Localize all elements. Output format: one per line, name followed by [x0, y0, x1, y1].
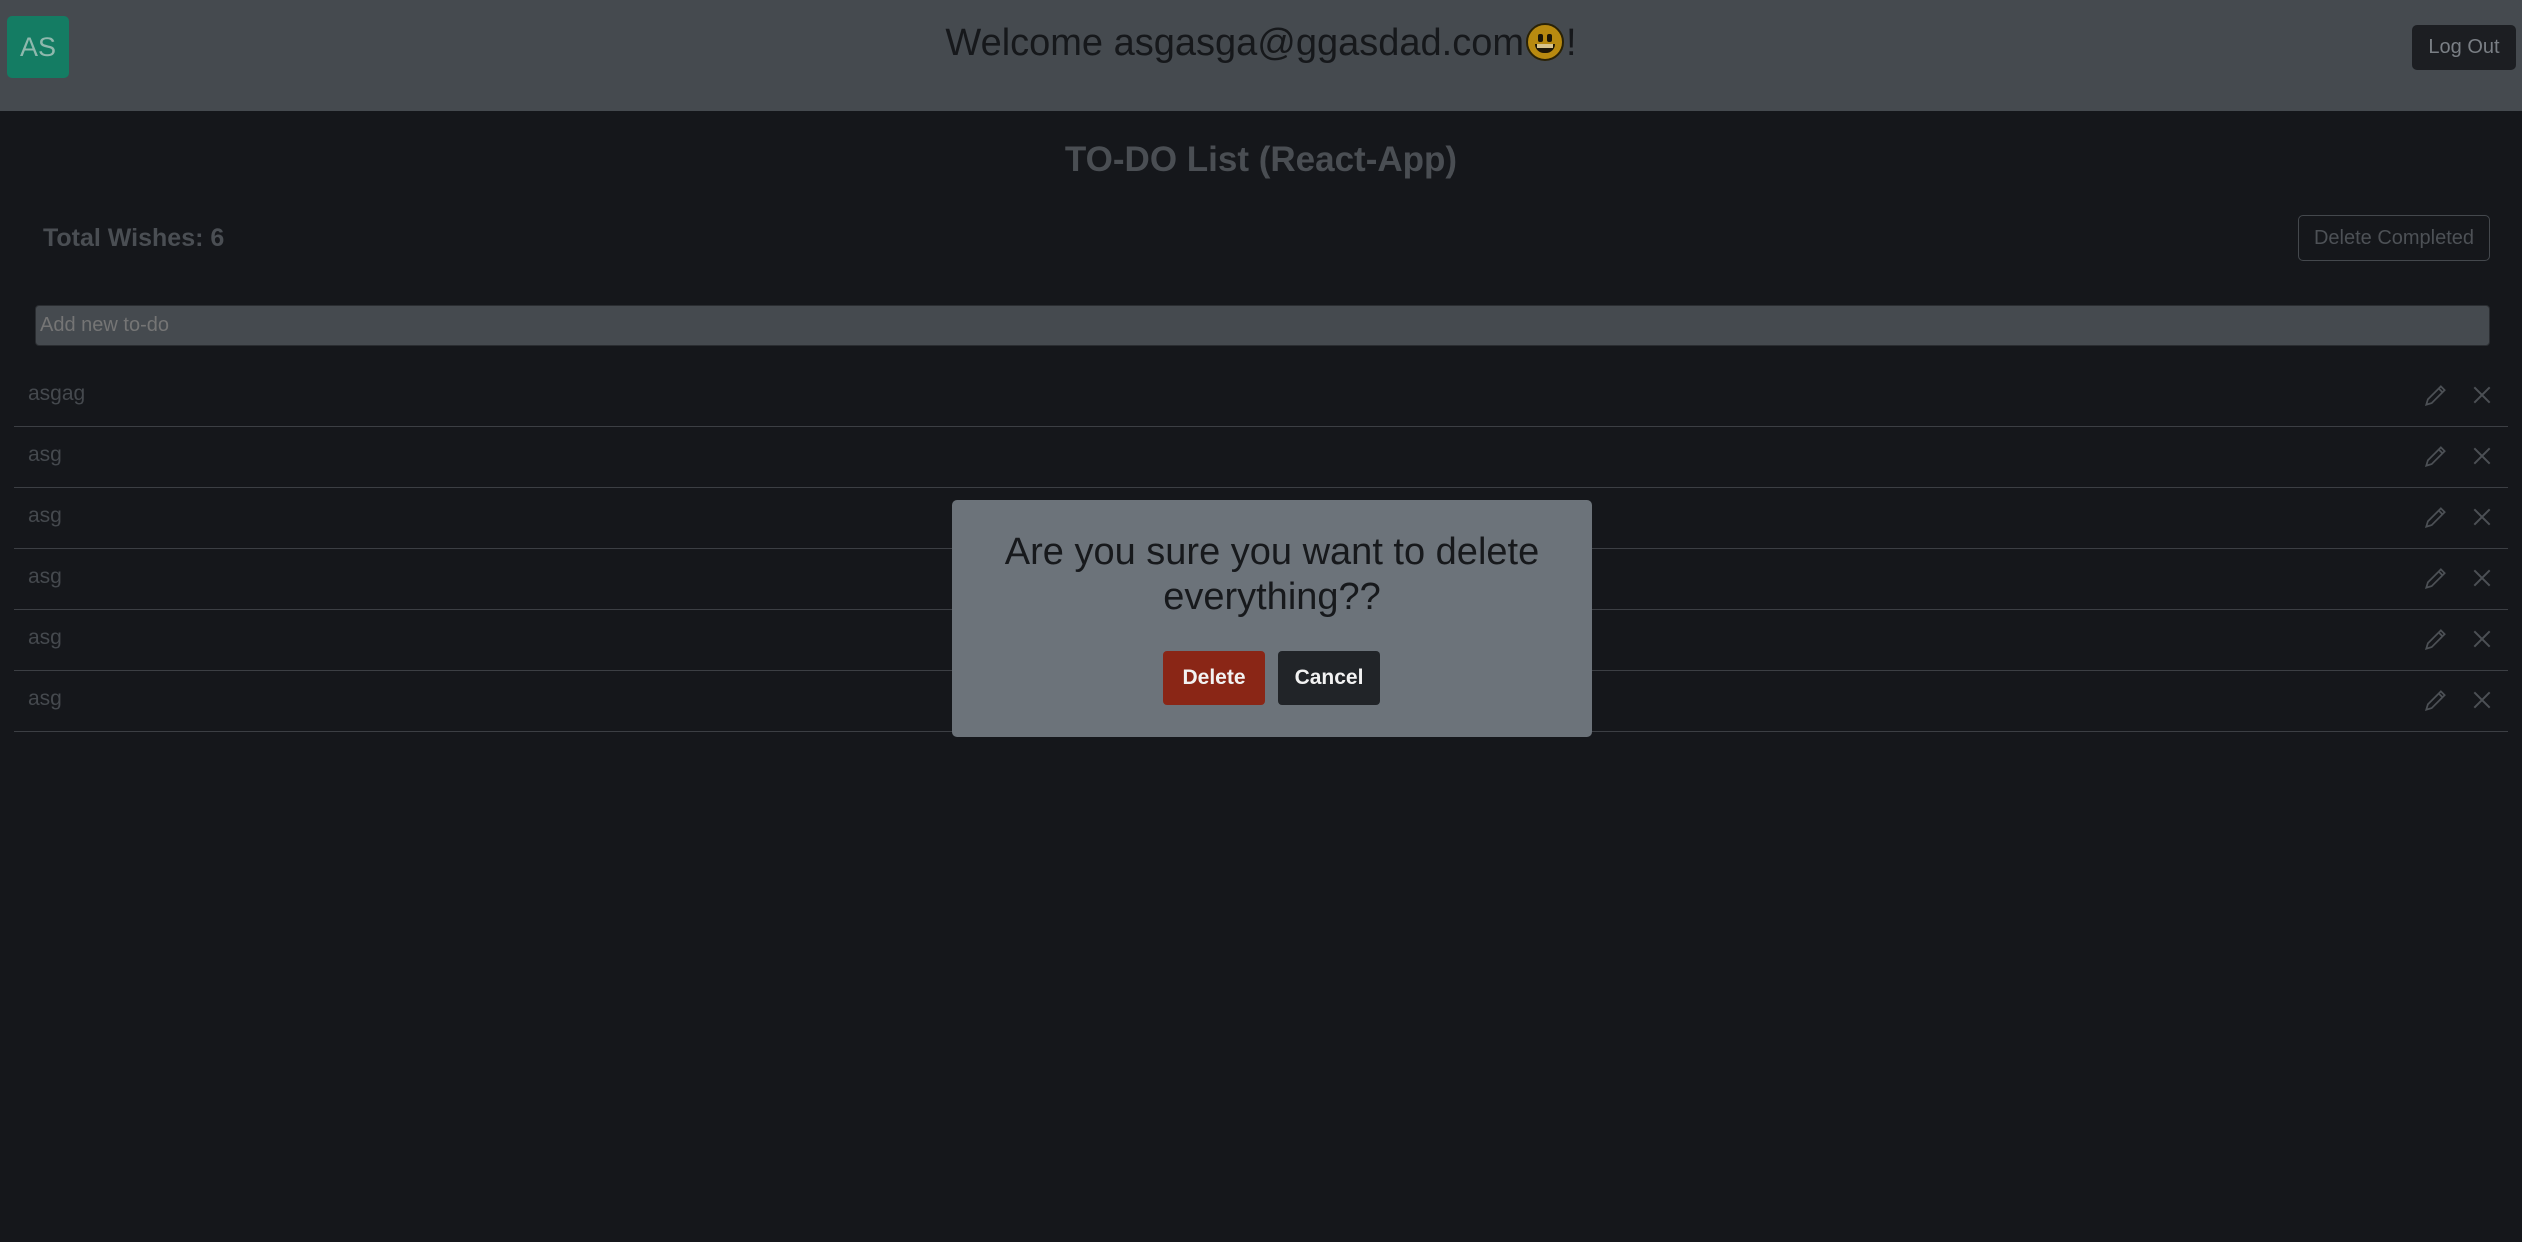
page: AS Welcome asgasga@ggasdad.com! Log Out …	[0, 0, 2522, 1242]
cancel-button[interactable]: Cancel	[1278, 651, 1380, 705]
confirm-delete-button[interactable]: Delete	[1163, 651, 1265, 705]
confirm-delete-dialog: Are you sure you want to delete everythi…	[952, 500, 1592, 737]
dialog-message: Are you sure you want to delete everythi…	[1004, 531, 1540, 618]
